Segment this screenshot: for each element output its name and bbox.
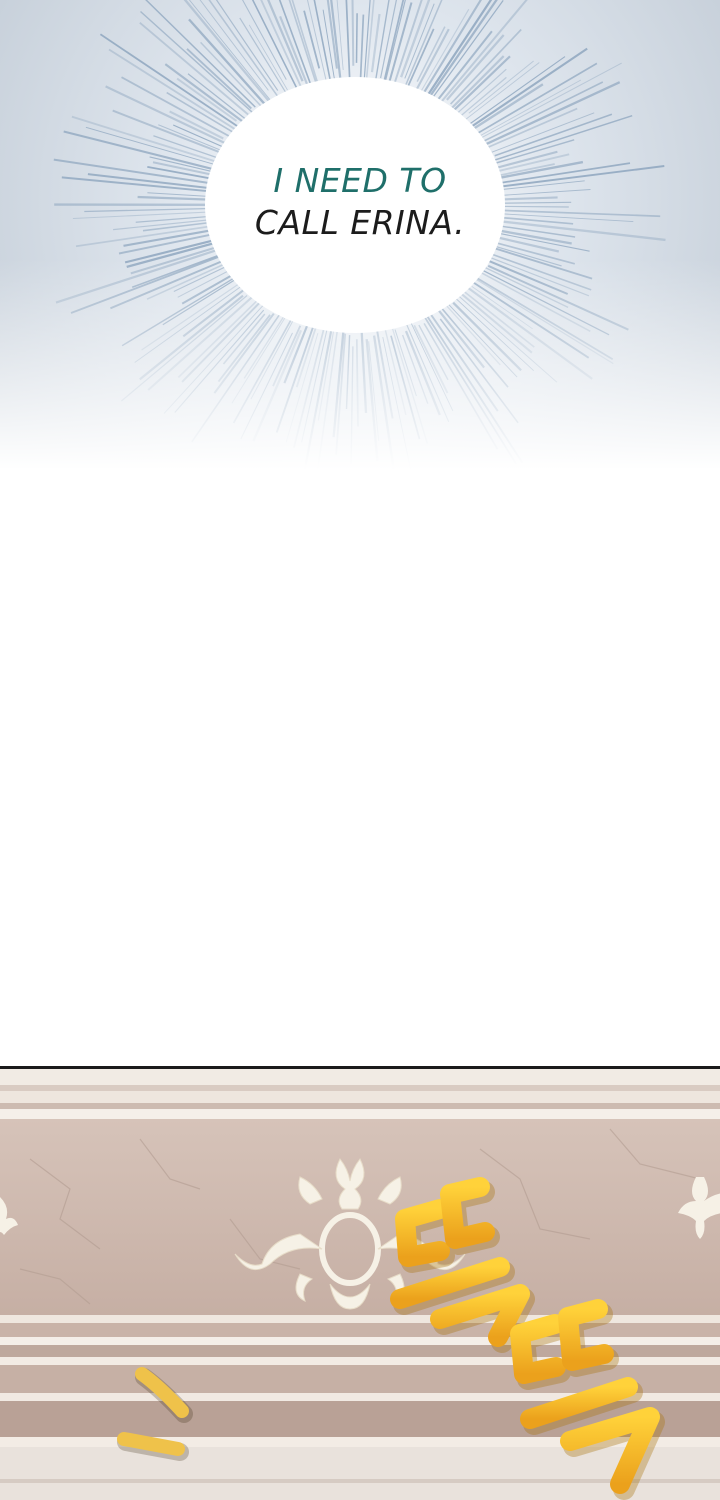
thought-line-1: I NEED TO bbox=[273, 161, 447, 200]
thought-line-2: CALL ERINA. bbox=[254, 203, 466, 242]
wall-panel bbox=[0, 1066, 720, 1500]
thought-text: I NEED TO CALL ERINA. bbox=[220, 160, 500, 244]
webtoon-page: I NEED TO CALL ERINA. bbox=[0, 0, 720, 1500]
crown-molding bbox=[0, 1069, 720, 1085]
baseboard bbox=[0, 1447, 720, 1500]
wall-illustration bbox=[0, 1069, 720, 1500]
thought-burst-panel: I NEED TO CALL ERINA. bbox=[0, 0, 720, 470]
